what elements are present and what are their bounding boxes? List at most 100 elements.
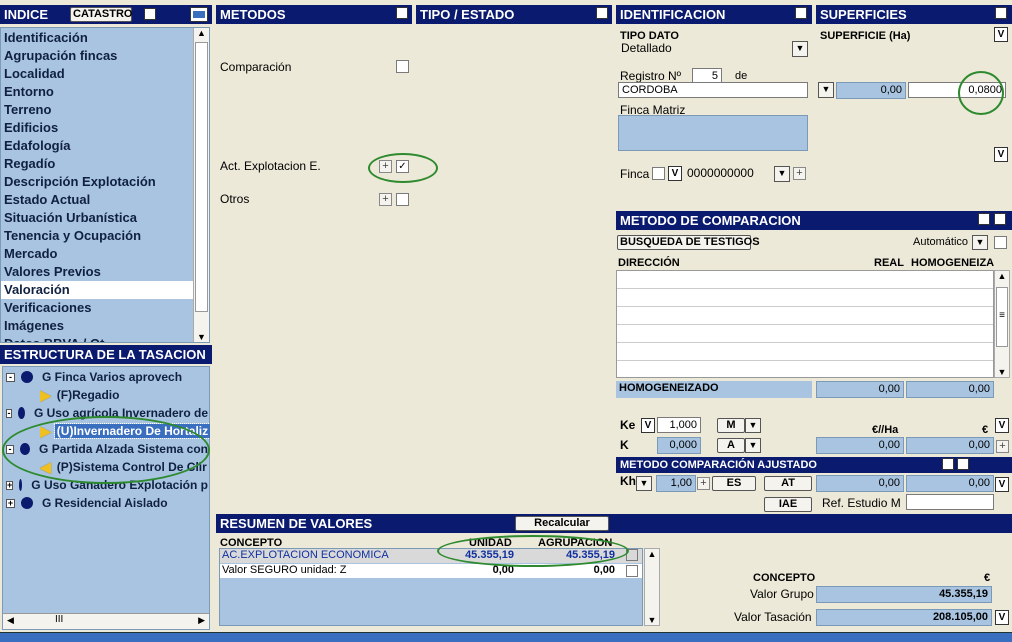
valor-tasacion-v-button[interactable]: V [995, 610, 1009, 625]
indice-item[interactable]: Situación Urbanística [1, 209, 193, 227]
metodo-ajustado-checkbox-1[interactable] [942, 458, 954, 470]
busqueda-testigos-button[interactable]: BUSQUEDA DE TESTIGOS [617, 235, 760, 250]
collapse-icon[interactable]: - [6, 372, 15, 382]
modo-dropdown-button[interactable]: ▼ [972, 235, 988, 250]
otros-checkbox[interactable] [396, 193, 409, 206]
indice-menu-icon[interactable] [190, 7, 208, 22]
valor-tasacion-value[interactable]: 208.105,00 [816, 609, 992, 626]
tipo-dato-dropdown-button[interactable]: ▼ [792, 41, 808, 57]
superficies-v-button-2[interactable]: V [994, 147, 1008, 162]
indice-scrollbar[interactable]: ▲ ▼ [193, 28, 209, 342]
indice-item[interactable]: Regadío [1, 155, 193, 173]
estructura-hscrollbar[interactable]: ◀ III ▶ [3, 613, 209, 629]
indice-item[interactable]: Entorno [1, 83, 193, 101]
indice-item[interactable]: Valores Previos [1, 263, 193, 281]
finca-add-button[interactable]: + [793, 167, 806, 180]
catastro-checkbox[interactable] [144, 8, 156, 20]
tipo-dato-select[interactable]: Detallado [618, 41, 808, 57]
otros-add-button[interactable]: + [379, 193, 392, 206]
metodo-ajustado-checkbox-2[interactable] [957, 458, 969, 470]
registro-city-input[interactable]: CORDOBA [618, 82, 808, 98]
group-node-icon [19, 479, 23, 491]
finca-checkbox[interactable] [652, 167, 665, 180]
indice-item[interactable]: Terreno [1, 101, 193, 119]
ajustado-value-1[interactable]: 0,00 [816, 475, 904, 492]
metodo-comparacion-checkbox-1[interactable] [978, 213, 990, 225]
kh-label: Kh [620, 474, 636, 488]
highlight-ring [958, 71, 1004, 115]
metodos-title: METODOS [220, 7, 286, 22]
collapse-icon[interactable]: - [6, 408, 13, 418]
superficie-dropdown-button[interactable]: ▼ [818, 82, 834, 98]
kh-dropdown-button[interactable]: ▼ [636, 476, 652, 491]
superficies-header-checkbox[interactable] [995, 7, 1007, 19]
euro-label: € [984, 572, 991, 584]
m-button[interactable]: M [717, 418, 745, 433]
metodo-comparacion-checkbox-2[interactable] [994, 213, 1006, 225]
indice-item[interactable]: Mercado [1, 245, 193, 263]
finca-matriz-field[interactable] [618, 115, 808, 151]
valor-grupo-label: Valor Grupo [750, 587, 814, 601]
ajustado-v-button[interactable]: V [995, 477, 1009, 492]
resumen-row-checkbox[interactable] [626, 565, 638, 577]
kh-add-button[interactable]: + [697, 477, 710, 490]
k-input[interactable]: 0,000 [657, 437, 701, 454]
resumen-row[interactable]: Valor SEGURO unidad: Z 0,00 0,00 [220, 564, 642, 578]
registro-de-label: de [735, 70, 748, 82]
indice-item[interactable]: Datos BBVA / Ot [1, 335, 193, 342]
a-button[interactable]: A [717, 438, 745, 453]
indice-item[interactable]: Identificación [1, 29, 193, 47]
kh-input[interactable]: 1,00 [656, 475, 696, 492]
superficie-value-1[interactable]: 0,00 [836, 82, 906, 99]
superficie-v-button[interactable]: V [994, 27, 1008, 42]
homogeneizado-bar: HOMOGENEIZADO [616, 381, 812, 398]
highlight-ring [368, 153, 438, 183]
ajustado-value-2[interactable]: 0,00 [906, 475, 994, 492]
indice-item[interactable]: Agrupación fincas [1, 47, 193, 65]
indice-item[interactable]: Valoración [1, 281, 193, 299]
ke-input[interactable]: 1,000 [657, 417, 701, 433]
metodos-header-checkbox[interactable] [396, 7, 408, 19]
ke-v-button[interactable]: V [641, 418, 655, 433]
tree-node[interactable]: + G Residencial Aislado [6, 495, 170, 511]
expand-icon[interactable]: + [6, 480, 14, 490]
homogeneizado-value-1[interactable]: 0,00 [816, 381, 904, 398]
testigos-table[interactable] [616, 270, 994, 378]
finca-input[interactable]: 0000000000 [684, 166, 774, 182]
m-dropdown-button[interactable]: ▼ [745, 418, 761, 433]
modo-checkbox[interactable] [994, 236, 1007, 249]
resumen-row-agrupacion: 0,00 [593, 564, 615, 576]
indice-item[interactable]: Tenencia y Ocupación [1, 227, 193, 245]
indice-item[interactable]: Edificios [1, 119, 193, 137]
tipo-estado-header-checkbox[interactable] [596, 7, 608, 19]
resumen-scrollbar[interactable]: ▲ ▼ [644, 548, 660, 626]
finca-dropdown-button[interactable]: ▼ [774, 166, 790, 182]
tree-node[interactable]: ▶ (F)Regadio [40, 387, 121, 403]
ke-right-v-button[interactable]: V [995, 418, 1009, 433]
k-value-1[interactable]: 0,00 [816, 437, 904, 454]
es-button[interactable]: ES [712, 476, 756, 491]
at-button[interactable]: AT [764, 476, 812, 491]
k-value-2[interactable]: 0,00 [906, 437, 994, 454]
valor-grupo-value[interactable]: 45.355,19 [816, 586, 992, 603]
recalcular-button[interactable]: Recalcular [515, 516, 609, 531]
expand-icon[interactable]: + [6, 498, 15, 508]
identificacion-header-checkbox[interactable] [795, 7, 807, 19]
indice-item[interactable]: Localidad [1, 65, 193, 83]
indice-item[interactable]: Edafología [1, 137, 193, 155]
ref-estudio-input[interactable] [906, 494, 994, 510]
indice-item[interactable]: Descripción Explotación [1, 173, 193, 191]
homogeneizado-value-2[interactable]: 0,00 [906, 381, 994, 398]
a-dropdown-button[interactable]: ▼ [745, 438, 761, 453]
metodos-header: METODOS [216, 5, 412, 24]
indice-item[interactable]: Verificaciones [1, 299, 193, 317]
k-add-button[interactable]: + [996, 440, 1009, 453]
catastro-button[interactable]: CATASTRO [70, 7, 132, 22]
testigos-scrollbar[interactable]: ▲ ≡ ▼ [994, 270, 1010, 378]
indice-item[interactable]: Imágenes [1, 317, 193, 335]
tree-node[interactable]: - G Finca Varios aprovech [6, 369, 184, 385]
iae-button[interactable]: IAE [764, 497, 812, 512]
indice-item[interactable]: Estado Actual [1, 191, 193, 209]
comparacion-checkbox[interactable] [396, 60, 409, 73]
finca-v-button[interactable]: V [668, 166, 682, 181]
